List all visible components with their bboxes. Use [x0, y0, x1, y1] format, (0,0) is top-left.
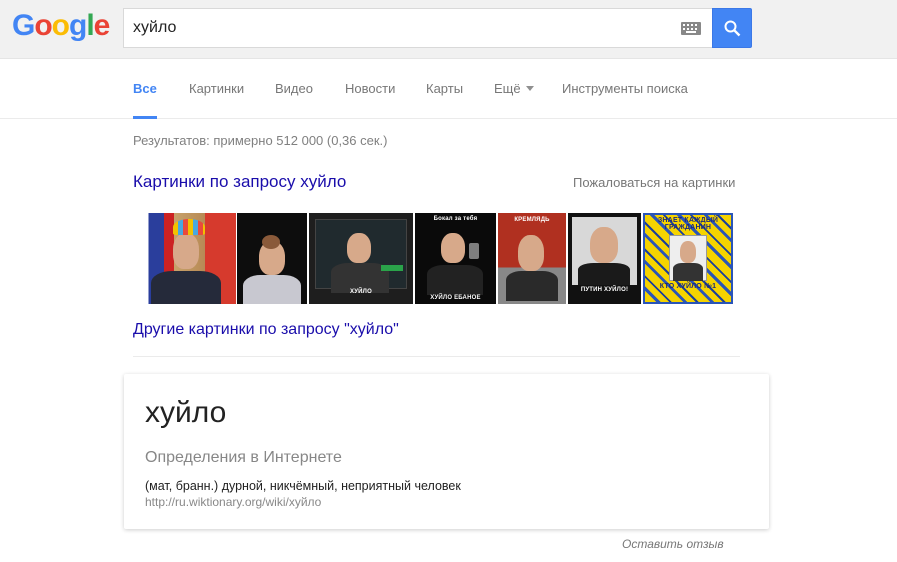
definition-card: хуйло Определения в Интернете (мат, бран… — [124, 374, 769, 529]
search-box — [123, 8, 713, 48]
definition-url[interactable]: http://ru.wiktionary.org/wiki/хуйло — [145, 495, 321, 509]
tab-maps[interactable]: Карты — [426, 81, 463, 119]
tab-search-tools[interactable]: Инструменты поиска — [562, 81, 688, 119]
thumbnail-caption: ХУЙЛО ЕБАНОЕ — [430, 295, 481, 301]
logo-letter: e — [93, 9, 111, 42]
report-images-link[interactable]: Пожаловаться на картинки — [573, 175, 735, 190]
tab-news[interactable]: Новости — [345, 81, 395, 119]
tab-more-label: Ещё — [494, 81, 521, 96]
tab-images[interactable]: Картинки — [189, 81, 244, 119]
header: Google — [0, 0, 897, 59]
definition-text: (мат, бранн.) дурной, никчёмный, неприят… — [145, 479, 461, 493]
search-button[interactable] — [712, 8, 752, 48]
more-images-link[interactable]: Другие картинки по запросу "хуйло" — [133, 321, 399, 339]
feedback-link[interactable]: Оставить отзыв — [622, 537, 724, 551]
tab-video[interactable]: Видео — [275, 81, 313, 119]
tab-more[interactable]: Ещё — [494, 81, 534, 119]
search-input[interactable] — [133, 18, 653, 38]
tab-all[interactable]: Все — [133, 81, 157, 119]
divider — [133, 356, 740, 357]
thumbnail-caption-top: КРЕМЛЯДЬ — [514, 217, 550, 223]
image-thumbnail[interactable]: ПУТИН ХУЙЛО! — [568, 213, 641, 304]
thumbnail-caption-top: ЗНАЕТ КАЖДЫЙ ГРАЖДАНИН — [657, 217, 719, 231]
thumbnail-caption: ПУТИН ХУЙЛО! — [580, 287, 629, 293]
image-thumbnail[interactable]: ЗНАЕТ КАЖДЫЙ ГРАЖДАНИН КТО ХУЙЛО №1 — [643, 213, 733, 304]
logo-letter: g — [69, 9, 87, 42]
search-icon — [724, 20, 741, 37]
chevron-down-icon — [525, 86, 534, 92]
image-thumbnail[interactable] — [237, 213, 307, 304]
logo-letter: o — [34, 9, 52, 42]
logo-letter: o — [51, 9, 70, 42]
logo-letter: G — [12, 9, 35, 42]
result-stats: Результатов: примерно 512 000 (0,36 сек.… — [133, 133, 388, 148]
definition-source-heading: Определения в Интернете — [145, 449, 342, 466]
image-thumbnail[interactable]: ХУЙЛО — [309, 213, 413, 304]
thumbnail-caption-top: Бокал за тебя — [433, 216, 478, 222]
image-thumbnail[interactable]: КРЕМЛЯДЬ — [498, 213, 566, 304]
image-thumbnail[interactable]: Бокал за тебя ХУЙЛО ЕБАНОЕ — [415, 213, 496, 304]
search-tabs: Все Картинки Видео Новости Карты Ещё Инс… — [0, 59, 897, 119]
thumbnail-caption: ХУЙЛО — [350, 289, 372, 295]
definition-term: хуйло — [145, 396, 227, 429]
google-logo[interactable]: Google — [12, 9, 111, 43]
images-heading-link[interactable]: Картинки по запросу хуйло — [133, 172, 346, 192]
image-thumbnail[interactable] — [133, 213, 236, 304]
thumbnail-caption: КТО ХУЙЛО №1 — [659, 283, 717, 290]
logo-letter: l — [86, 9, 94, 42]
keyboard-icon[interactable] — [681, 22, 701, 35]
